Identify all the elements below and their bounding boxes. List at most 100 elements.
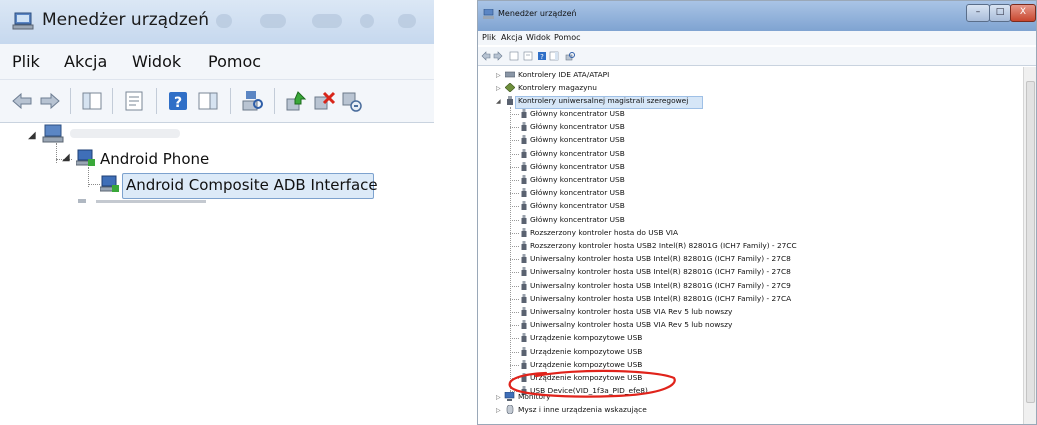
usb-device-item[interactable]: Uniwersalny kontroler hosta USB VIA Rev …	[530, 320, 732, 329]
usb-device-item[interactable]: Główny koncentrator USB	[530, 109, 625, 118]
back-arrow-icon[interactable]	[10, 89, 34, 113]
usb-device-icon	[521, 293, 527, 303]
left-device-tree: ◢ ◢ Android Phone Android Composite ADB …	[0, 123, 434, 203]
usb-device-icon	[521, 201, 527, 211]
collapse-arrow-icon[interactable]: ◢	[62, 152, 70, 163]
expand-arrow-icon[interactable]: ▷	[496, 85, 501, 92]
svg-text:?: ?	[540, 53, 544, 61]
right-window-title: Menedżer urządzeń	[498, 9, 577, 18]
usb-plug-icon	[507, 96, 513, 105]
left-menu-bar: Plik Akcja Widok Pomoc	[0, 44, 434, 80]
maximize-button[interactable]: □	[989, 4, 1011, 22]
mouse-icon	[506, 405, 514, 414]
usb-device-item[interactable]: Główny koncentrator USB	[530, 215, 625, 224]
android-phone-group-icon	[76, 149, 95, 166]
expand-arrow-icon[interactable]: ▷	[496, 394, 501, 401]
menu-akcja[interactable]: Akcja	[64, 52, 107, 71]
usb-device-item[interactable]: Główny koncentrator USB	[530, 149, 625, 158]
expand-arrow-icon[interactable]: ▷	[496, 407, 501, 414]
usb-device-item[interactable]: Główny koncentrator USB	[530, 188, 625, 197]
properties-icon[interactable]	[122, 89, 146, 113]
android-phone-label[interactable]: Android Phone	[100, 150, 209, 168]
adb-interface-label[interactable]: Android Composite ADB Interface	[126, 176, 378, 194]
console-tree-icon[interactable]	[80, 89, 104, 113]
red-annotation-ellipse	[508, 369, 676, 398]
forward-arrow-icon[interactable]	[493, 51, 503, 61]
usb-device-icon	[521, 320, 527, 330]
storage-controller-icon	[505, 83, 515, 92]
back-arrow-icon[interactable]	[481, 51, 491, 61]
usb-device-icon	[521, 135, 527, 145]
right-toolbar: ?	[478, 47, 1036, 66]
usb-device-item[interactable]: Uniwersalny kontroler hosta USB Intel(R)…	[530, 294, 791, 303]
update-driver-icon[interactable]	[284, 89, 308, 113]
usb-device-icon	[521, 241, 527, 250]
usb-device-item[interactable]: Uniwersalny kontroler hosta USB Intel(R)…	[530, 254, 791, 263]
category-ide[interactable]: Kontrolery IDE ATA/ATAPI	[518, 70, 609, 79]
usb-device-icon	[521, 188, 527, 198]
usb-device-icon	[521, 148, 527, 158]
vertical-scrollbar[interactable]	[1023, 67, 1036, 424]
forward-arrow-icon[interactable]	[38, 89, 62, 113]
left-toolbar: ?	[0, 80, 434, 123]
right-menu-bar: Plik Akcja Widok Pomoc	[478, 31, 1036, 45]
action-pane-icon[interactable]	[196, 89, 220, 113]
left-device-manager-crop: Menedżer urządzeń Plik Akcja Widok Pomoc…	[0, 0, 434, 203]
usb-device-icon	[521, 307, 527, 316]
category-mice[interactable]: Mysz i inne urządzenia wskazujące	[518, 405, 647, 414]
uninstall-icon[interactable]	[312, 89, 336, 113]
usb-device-icon	[521, 122, 527, 132]
svg-text:?: ?	[174, 95, 182, 111]
usb-device-icon	[521, 227, 527, 237]
menu-widok[interactable]: Widok	[132, 52, 181, 71]
usb-device-item[interactable]: Główny koncentrator USB	[530, 135, 625, 144]
menu-pomoc[interactable]: Pomoc	[208, 52, 261, 71]
minimize-button[interactable]: –	[966, 4, 990, 22]
help-icon[interactable]: ?	[537, 51, 547, 61]
usb-device-item[interactable]: Uniwersalny kontroler hosta USB Intel(R)…	[530, 267, 791, 276]
menu-plik[interactable]: Plik	[482, 33, 496, 42]
usb-device-item[interactable]: Główny koncentrator USB	[530, 175, 625, 184]
category-storage[interactable]: Kontrolery magazynu	[518, 83, 597, 92]
menu-pomoc[interactable]: Pomoc	[554, 33, 581, 42]
usb-device-icon	[521, 333, 527, 343]
category-usb-controllers[interactable]: Kontrolery uniwersalnej magistrali szere…	[518, 96, 688, 105]
right-title-bar[interactable]: Menedżer urządzeń – □ X	[478, 1, 1036, 31]
device-manager-icon	[483, 9, 494, 19]
usb-device-item[interactable]: Urządzenie kompozytowe USB	[530, 347, 642, 356]
properties-icon[interactable]	[523, 51, 533, 61]
collapse-arrow-icon[interactable]: ◢	[496, 98, 501, 105]
usb-device-icon	[521, 346, 527, 356]
expand-arrow-icon[interactable]: ▷	[496, 72, 501, 79]
console-tree-icon[interactable]	[509, 51, 519, 61]
action-pane-icon[interactable]	[549, 51, 559, 61]
usb-device-item[interactable]: Główny koncentrator USB	[530, 162, 625, 171]
computer-icon	[42, 124, 64, 143]
scan-hardware-icon[interactable]	[240, 89, 264, 113]
usb-device-item[interactable]: Główny koncentrator USB	[530, 201, 625, 210]
usb-device-item[interactable]: Uniwersalny kontroler hosta USB VIA Rev …	[530, 307, 732, 316]
usb-device-item[interactable]: Rozszerzony kontroler hosta USB2 Intel(R…	[530, 241, 797, 250]
ide-controller-icon	[505, 71, 515, 78]
help-icon[interactable]: ?	[166, 89, 190, 113]
scan-hardware-icon[interactable]	[565, 51, 575, 61]
left-title-bar[interactable]: Menedżer urządzeń	[0, 0, 434, 44]
usb-device-item[interactable]: Uniwersalny kontroler hosta USB Intel(R)…	[530, 281, 791, 290]
disable-device-icon[interactable]	[340, 89, 364, 113]
usb-device-icon	[521, 175, 527, 184]
usb-device-icon	[521, 280, 527, 290]
device-manager-icon	[12, 12, 34, 30]
usb-device-item[interactable]: Rozszerzony kontroler hosta do USB VIA	[530, 228, 678, 237]
menu-widok[interactable]: Widok	[526, 33, 551, 42]
usb-device-icon	[521, 254, 527, 264]
adb-interface-icon	[100, 175, 119, 192]
menu-akcja[interactable]: Akcja	[501, 33, 523, 42]
menu-plik[interactable]: Plik	[12, 52, 40, 71]
usb-device-item[interactable]: Główny koncentrator USB	[530, 122, 625, 131]
left-window-title: Menedżer urządzeń	[42, 10, 209, 30]
right-device-manager-window: Menedżer urządzeń – □ X Plik Akcja Widok…	[477, 0, 1037, 425]
collapse-arrow-icon[interactable]: ◢	[28, 130, 36, 141]
usb-device-icon	[521, 161, 527, 171]
usb-device-item[interactable]: Urządzenie kompozytowe USB	[530, 333, 642, 342]
close-button[interactable]: X	[1010, 4, 1036, 22]
